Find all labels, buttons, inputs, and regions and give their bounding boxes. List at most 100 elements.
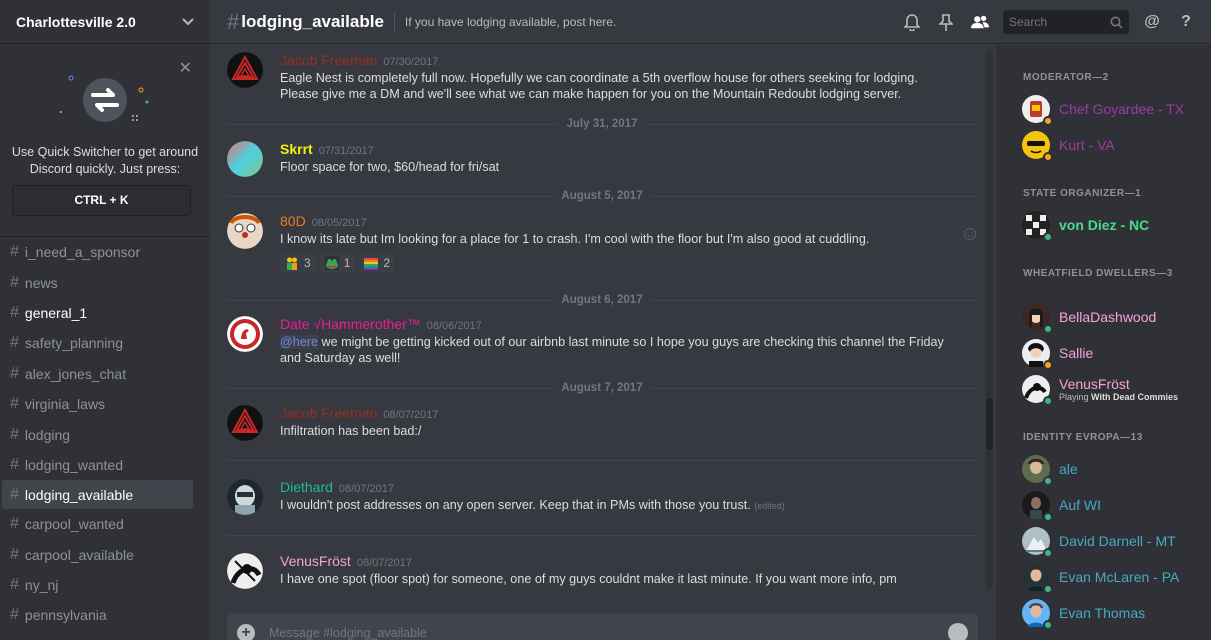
message-line: Floor space for two, $60/head for fri/sa…: [280, 160, 500, 174]
message-author[interactable]: Jacob Freeman: [280, 52, 377, 68]
avatar: [1022, 599, 1053, 630]
chevron-down-icon: [182, 17, 194, 25]
message-scrollbar[interactable]: [986, 49, 993, 589]
channel-name: carpool_available: [24, 546, 134, 563]
pin-icon[interactable]: [937, 13, 955, 31]
search-placeholder: Search: [1009, 15, 1048, 29]
member-name: Chef Goyardee - TX: [1059, 101, 1185, 117]
channel-item-general_1[interactable]: # general_1: [0, 298, 193, 328]
channel-item-lodging_available[interactable]: # lodging_available: [2, 480, 193, 510]
member-item[interactable]: Chef Goyardee - TX: [1022, 93, 1185, 126]
channel-item-virginia_laws[interactable]: # virginia_laws: [0, 389, 193, 419]
message-author[interactable]: 80D: [280, 213, 306, 229]
hash-icon: #: [10, 485, 19, 503]
reaction-count: 2: [383, 256, 391, 270]
channel-sidebar: Charlottesville 2.0 ✕ Use Quick Switcher…: [0, 0, 210, 640]
member-item[interactable]: von Diez - NC: [1022, 209, 1150, 242]
channel-item-alex_jones_chat[interactable]: # alex_jones_chat: [0, 359, 193, 389]
add-reaction-icon[interactable]: [963, 227, 977, 241]
message-divider: [227, 535, 977, 536]
channel-name: ny_nj: [24, 577, 59, 594]
message-line: and Saturday as well!: [280, 351, 401, 365]
avatar[interactable]: [227, 479, 263, 515]
message-author[interactable]: Jacob Freeman: [280, 405, 377, 421]
avatar[interactable]: [227, 213, 263, 249]
reaction[interactable]: 2: [359, 253, 396, 273]
date-label: August 7, 2017: [561, 382, 643, 394]
channel-name: safety_planning: [24, 335, 123, 352]
channel-item-i_need_a_sponsor[interactable]: # i_need_a_sponsor: [0, 237, 193, 267]
server-header[interactable]: Charlottesville 2.0: [0, 0, 210, 44]
avatar[interactable]: [227, 553, 263, 589]
message-input[interactable]: + Message #lodging_available: [227, 613, 978, 640]
member-name: von Diez - NC: [1059, 217, 1150, 233]
hash-icon: #: [10, 243, 19, 261]
member-item[interactable]: ale: [1022, 453, 1078, 486]
channel-title: lodging_available: [241, 11, 384, 31]
bell-icon[interactable]: [903, 13, 921, 31]
channel-item-lodging_wanted[interactable]: # lodging_wanted: [0, 450, 193, 480]
date-divider: July 31, 2017: [227, 117, 978, 131]
member-item[interactable]: Evan McLaren - PA: [1022, 561, 1179, 594]
message-author[interactable]: VenusFröst: [280, 553, 351, 569]
channel-item-safety_planning[interactable]: # safety_planning: [0, 328, 193, 358]
hash-icon: #: [10, 303, 19, 321]
mention-here[interactable]: @here: [280, 335, 318, 349]
message-timestamp: 07/30/2017: [383, 56, 439, 68]
message-line: I wouldn't post addresses on any open se…: [280, 497, 977, 514]
avatar[interactable]: [227, 316, 263, 352]
hash-icon: #: [10, 455, 19, 473]
message-timestamp: 08/05/2017: [311, 217, 367, 229]
member-item[interactable]: Auf WI: [1022, 489, 1102, 522]
member-item[interactable]: Kurt - VA: [1022, 129, 1115, 162]
quick-switcher-shortcut[interactable]: CTRL + K: [12, 185, 191, 216]
channel-topic: If you have lodging available, post here…: [404, 14, 617, 29]
channel-item-lodging[interactable]: # lodging: [0, 419, 193, 449]
hash-icon: #: [10, 364, 19, 382]
message: Skrrt 07/31/2017 Floor space for two, $6…: [227, 141, 977, 177]
message-timestamp: 08/06/2017: [426, 320, 482, 332]
member-group-header: IDENTITY EVROPA—13: [1023, 432, 1143, 443]
member-list-icon[interactable]: [971, 13, 989, 31]
avatar: [1022, 95, 1053, 126]
avatar: [1022, 303, 1053, 334]
channel-item-ny_nj[interactable]: # ny_nj: [0, 570, 193, 600]
channel-item-carpool_wanted[interactable]: # carpool_wanted: [0, 509, 193, 539]
close-icon[interactable]: ✕: [179, 58, 192, 78]
member-item[interactable]: Sallie: [1022, 337, 1094, 370]
member-item[interactable]: BellaDashwood: [1022, 301, 1156, 334]
search-icon: [1110, 16, 1123, 29]
search-input[interactable]: Search: [1003, 10, 1129, 34]
member-name: Auf WI: [1059, 497, 1102, 513]
message: Jacob Freeman 08/07/2017 Infiltration ha…: [227, 405, 977, 441]
reaction[interactable]: 1: [319, 253, 356, 273]
help-icon[interactable]: ?: [1177, 13, 1195, 31]
channel-item-carpool_available[interactable]: # carpool_available: [0, 540, 193, 570]
header-divider: [393, 11, 395, 32]
message-author[interactable]: Skrrt: [280, 141, 313, 157]
mentions-icon[interactable]: @: [1143, 13, 1161, 31]
member-item[interactable]: David Darnell - MT: [1022, 525, 1176, 558]
member-item[interactable]: Evan Thomas: [1022, 597, 1145, 630]
scrollbar-thumb[interactable]: [986, 398, 993, 450]
member-item[interactable]: VenusFröst Playing With Dead Commies: [1022, 373, 1178, 406]
avatar: [1022, 131, 1053, 162]
message-author[interactable]: Date √Hammerother™: [280, 316, 421, 332]
channel-name: lodging_wanted: [24, 456, 123, 473]
avatar: [1022, 563, 1053, 594]
member-list: MODERATOR—2 Chef Goyardee - TX Kurt - VA…: [996, 45, 1211, 640]
hash-icon: #: [10, 273, 19, 291]
rainbow-flag-emoji-icon: [364, 258, 379, 270]
hash-icon: #: [10, 606, 19, 624]
emoji-picker-icon[interactable]: [948, 623, 968, 640]
upload-plus-icon[interactable]: +: [237, 624, 255, 640]
reaction[interactable]: 3: [280, 253, 316, 273]
message-author[interactable]: Diethard: [280, 479, 333, 495]
avatar[interactable]: [227, 52, 263, 88]
frog-emoji-icon: [324, 256, 339, 270]
channel-item-news[interactable]: # news: [0, 267, 193, 297]
channel-item-pennsylvania[interactable]: # pennsylvania: [0, 600, 193, 630]
avatar[interactable]: [227, 405, 263, 441]
member-name: Sallie: [1059, 345, 1094, 361]
avatar[interactable]: [227, 141, 263, 177]
